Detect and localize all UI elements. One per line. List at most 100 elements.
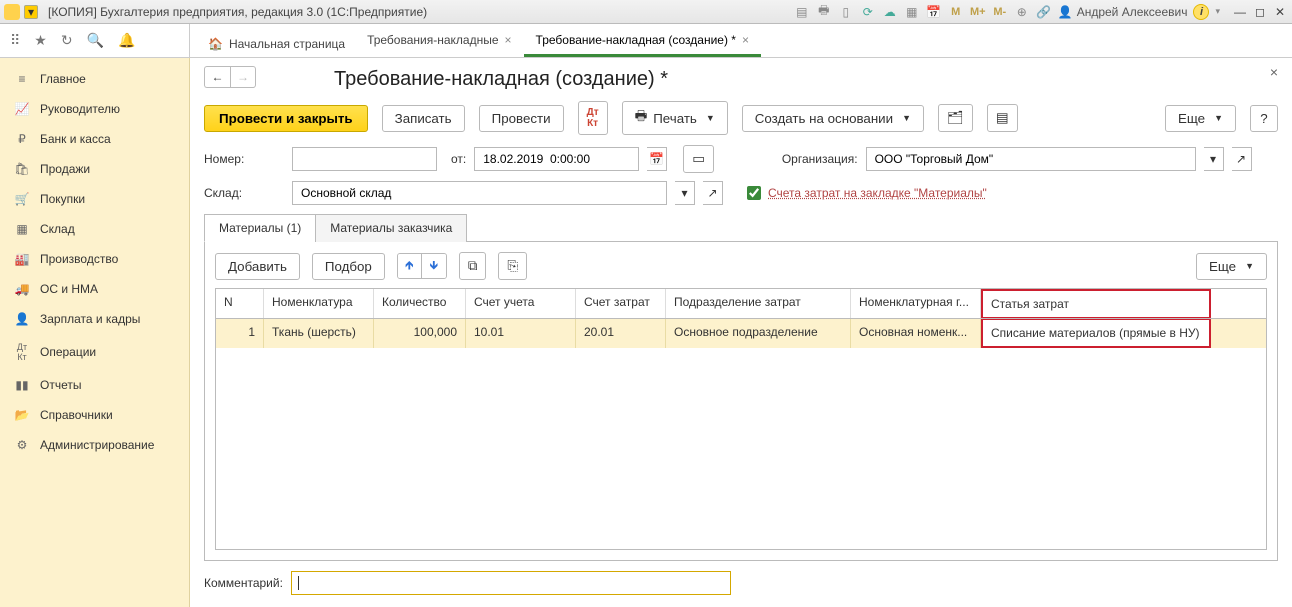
add-button[interactable]: Добавить	[215, 253, 300, 280]
calendar-button[interactable]: 📅	[647, 147, 667, 171]
m-plus-icon[interactable]: M+	[970, 4, 986, 20]
create-based-button[interactable]: Создать на основании▼	[742, 105, 924, 132]
attach-button[interactable]: ▤	[987, 104, 1018, 132]
window-close-icon[interactable]: ✕	[1272, 5, 1288, 19]
close-icon[interactable]: ×	[742, 33, 749, 47]
nav-forward-button[interactable]: →	[230, 66, 256, 88]
move-down-button[interactable]: 🡻	[422, 254, 446, 278]
star-icon[interactable]: ★	[34, 32, 47, 49]
paste-icon: ⎘	[507, 258, 518, 274]
dtkt-icon: ДтКт	[14, 342, 30, 362]
cost-accounts-link[interactable]: Счета затрат на закладке "Материалы"	[768, 186, 987, 200]
post-button[interactable]: Провести	[479, 105, 564, 132]
sidebar-item-catalogs[interactable]: 📂Справочники	[0, 400, 189, 430]
col-account[interactable]: Счет учета	[466, 289, 576, 318]
bell-icon[interactable]: 🔔	[118, 32, 135, 49]
m-icon[interactable]: M	[948, 4, 964, 20]
col-cost-account[interactable]: Счет затрат	[576, 289, 666, 318]
more-button[interactable]: Еще▼	[1165, 105, 1236, 132]
tab-requirements-list[interactable]: Требования-накладные ×	[355, 25, 523, 57]
col-dept[interactable]: Подразделение затрат	[666, 289, 851, 318]
cell-nomenclature[interactable]: Ткань (шерсть)	[264, 319, 374, 348]
checkbox-input[interactable]	[747, 186, 761, 200]
help-button[interactable]: ?	[1250, 105, 1278, 132]
tab-requirement-create[interactable]: Требование-накладная (создание) * ×	[524, 25, 761, 57]
sidebar-item-production[interactable]: 🏭Производство	[0, 244, 189, 274]
sklad-label: Склад:	[204, 186, 284, 200]
sidebar-item-purchases[interactable]: 🛒Покупки	[0, 184, 189, 214]
org-open-button[interactable]: ↗	[1232, 147, 1252, 171]
dt-kt-button[interactable]: ДтКт	[578, 101, 608, 135]
titlebar-dropdown-icon[interactable]: ▾	[24, 5, 38, 19]
history-icon[interactable]: ↻	[61, 32, 73, 49]
refresh-icon[interactable]: ⟳	[860, 4, 876, 20]
window-maximize-icon[interactable]: ◻	[1252, 5, 1268, 19]
copy-button[interactable]: ⧉	[459, 252, 487, 280]
paste-button[interactable]: ⎘	[498, 252, 527, 280]
close-icon[interactable]: ×	[505, 33, 512, 47]
cell-qty[interactable]: 100,000	[374, 319, 466, 348]
cell-dept[interactable]: Основное подразделение	[666, 319, 851, 348]
cell-n[interactable]: 1	[216, 319, 264, 348]
nav-back-button[interactable]: ←	[204, 66, 230, 88]
col-nomenclature[interactable]: Номенклатура	[264, 289, 374, 318]
sidebar-item-operations[interactable]: ДтКтОперации	[0, 334, 189, 370]
sidebar-item-reports[interactable]: ▮▮Отчеты	[0, 370, 189, 400]
post-close-button[interactable]: Провести и закрыть	[204, 105, 368, 132]
search-icon[interactable]: 🔍	[87, 32, 104, 49]
calc-icon[interactable]: ▦	[904, 4, 920, 20]
col-n[interactable]: N	[216, 289, 264, 318]
info-icon[interactable]: i	[1193, 4, 1209, 20]
doc-tab-customer-materials[interactable]: Материалы заказчика	[315, 214, 467, 242]
date-input[interactable]	[474, 147, 639, 171]
m-minus-icon[interactable]: M-	[992, 4, 1008, 20]
apps-grid-icon[interactable]: ⠿	[10, 32, 20, 49]
info-caret-icon[interactable]: ▾	[1215, 6, 1220, 17]
home-tab[interactable]: 🏠 Начальная страница	[198, 31, 355, 57]
sidebar-item-main[interactable]: ≡Главное	[0, 64, 189, 94]
doc-tab-materials[interactable]: Материалы (1)	[204, 214, 316, 242]
number-label: Номер:	[204, 152, 284, 166]
col-cost-article[interactable]: Статья затрат	[981, 289, 1211, 318]
structure-button[interactable]: 🗂	[938, 104, 973, 132]
sklad-open-button[interactable]: ↗	[703, 181, 723, 205]
table-more-button[interactable]: Еще▼	[1196, 253, 1267, 280]
sidebar-item-hr[interactable]: 👤Зарплата и кадры	[0, 304, 189, 334]
write-button[interactable]: Записать	[382, 105, 465, 132]
number-input[interactable]	[292, 147, 437, 171]
table-icon[interactable]: ▤	[794, 4, 810, 20]
sidebar-item-manager[interactable]: 📈Руководителю	[0, 94, 189, 124]
comment-input[interactable]	[291, 571, 731, 595]
close-page-button[interactable]: ×	[1270, 64, 1278, 80]
move-up-button[interactable]: 🡹	[398, 254, 422, 278]
zoom-icon[interactable]: ⊕	[1014, 4, 1030, 20]
sklad-input[interactable]	[292, 181, 667, 205]
pick-button[interactable]: Подбор	[312, 253, 385, 280]
print-button[interactable]: 🖶Печать▼	[622, 101, 728, 135]
table-row[interactable]: 1 Ткань (шерсть) 100,000 10.01 20.01 Осн…	[216, 319, 1266, 348]
sidebar-item-sales[interactable]: 🛍Продажи	[0, 154, 189, 184]
link-icon[interactable]: 🔗	[1036, 4, 1052, 20]
col-nom-group[interactable]: Номенклатурная г...	[851, 289, 981, 318]
user-badge[interactable]: 👤 Андрей Алексеевич	[1058, 5, 1188, 19]
sidebar-item-warehouse[interactable]: ▦Склад	[0, 214, 189, 244]
cloud-icon[interactable]: ☁	[882, 4, 898, 20]
cell-cost-account[interactable]: 20.01	[576, 319, 666, 348]
col-qty[interactable]: Количество	[374, 289, 466, 318]
document-icon[interactable]: ▯	[838, 4, 854, 20]
dialog-button[interactable]: ▭	[683, 145, 714, 173]
cell-cost-article[interactable]: Списание материалов (прямые в НУ)	[981, 319, 1211, 348]
print-icon[interactable]: 🖶	[816, 4, 832, 20]
cost-accounts-checkbox[interactable]: Счета затрат на закладке "Материалы"	[743, 183, 987, 203]
cell-account[interactable]: 10.01	[466, 319, 576, 348]
sidebar-item-admin[interactable]: ⚙Администрирование	[0, 430, 189, 460]
sidebar-item-bank[interactable]: ₽Банк и касса	[0, 124, 189, 154]
calendar-icon[interactable]: 📅	[926, 4, 942, 20]
org-input[interactable]	[866, 147, 1196, 171]
sidebar-item-assets[interactable]: 🚚ОС и НМА	[0, 274, 189, 304]
org-dropdown-button[interactable]: ▾	[1204, 147, 1224, 171]
cell-nom-group[interactable]: Основная номенк...	[851, 319, 981, 348]
sklad-dropdown-button[interactable]: ▾	[675, 181, 695, 205]
window-minimize-icon[interactable]: —	[1232, 5, 1248, 19]
doc-body: Добавить Подбор 🡹 🡻 ⧉ ⎘ Еще▼ N Номенклат…	[204, 242, 1278, 561]
